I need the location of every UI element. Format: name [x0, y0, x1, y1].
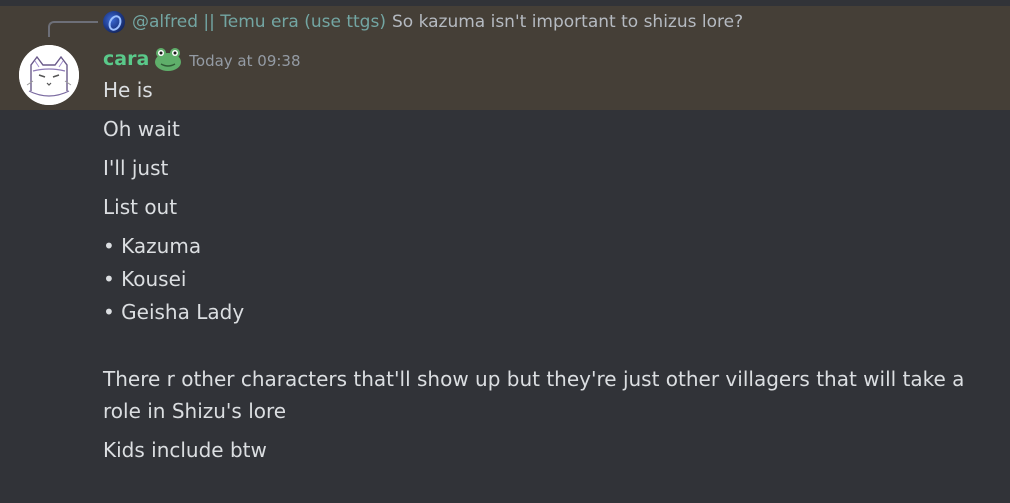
reply-text[interactable]: So kazuma isn't important to shizus lore…	[392, 12, 743, 32]
list-item: • Kousei	[103, 267, 187, 291]
reply-spine	[48, 21, 98, 37]
frog-icon[interactable]	[153, 46, 183, 72]
message-line: Oh wait	[103, 117, 180, 141]
reply-preview[interactable]: @alfred || Temu era (use ttgs) So kazuma…	[103, 10, 743, 34]
reply-avatar-icon[interactable]	[103, 11, 125, 33]
message-line: role in Shizu's lore	[103, 399, 287, 423]
list-item: • Kazuma	[103, 234, 202, 258]
list-item: • Geisha Lady	[103, 300, 245, 324]
message-line: Kids include btw	[103, 438, 267, 462]
message-line: He is	[103, 78, 153, 102]
reply-author[interactable]: @alfred || Temu era (use ttgs)	[132, 12, 386, 32]
username[interactable]: cara	[103, 48, 149, 70]
message-line: List out	[103, 195, 178, 219]
cat-sketch-icon	[19, 45, 79, 105]
message-header: cara Today at 09:38	[103, 44, 301, 74]
message-line: I'll just	[103, 156, 169, 180]
avatar[interactable]	[19, 45, 79, 105]
timestamp: Today at 09:38	[189, 52, 301, 70]
message-line: There r other characters that'll show up…	[103, 367, 965, 391]
